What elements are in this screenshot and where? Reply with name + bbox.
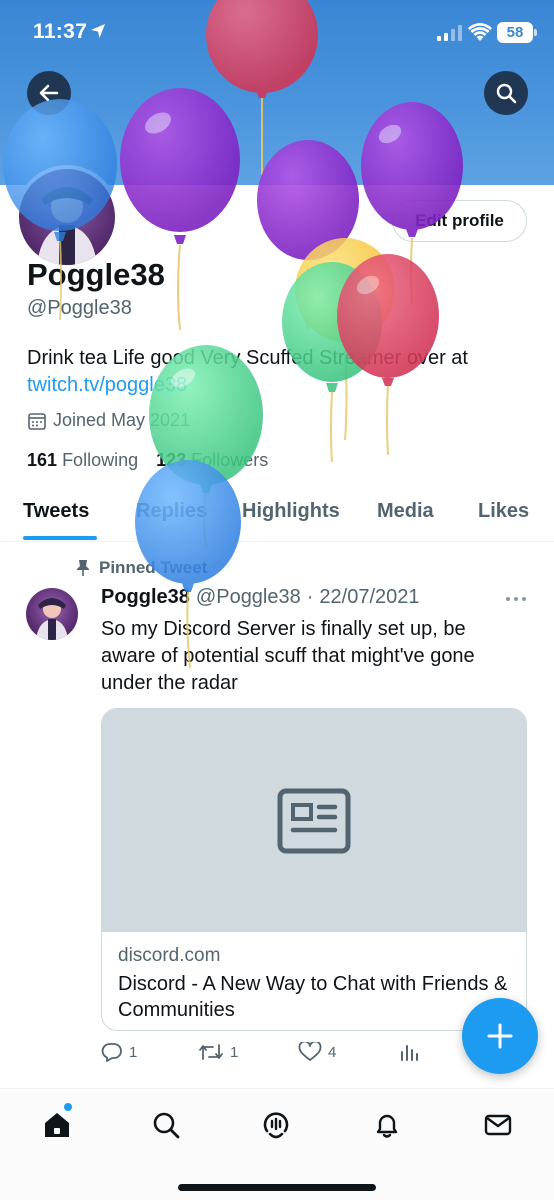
tweet-author-name[interactable]: Poggle38 bbox=[101, 586, 190, 609]
more-options-icon[interactable] bbox=[505, 596, 527, 602]
followers-link[interactable]: 123 Followers bbox=[156, 450, 268, 471]
nav-messages[interactable] bbox=[480, 1107, 516, 1143]
nav-spaces[interactable] bbox=[258, 1107, 294, 1143]
compose-tweet-button[interactable] bbox=[462, 998, 538, 1074]
followers-count: 123 bbox=[156, 450, 187, 470]
edit-profile-button[interactable]: Edit profile bbox=[392, 200, 527, 242]
reply-icon bbox=[101, 1043, 122, 1062]
following-label: Following bbox=[62, 450, 139, 470]
profile-display-name: Poggle38 bbox=[27, 257, 165, 292]
profile-handle: @Poggle38 bbox=[27, 297, 132, 319]
bio-text: Drink tea Life good Very Scuffed Streame… bbox=[27, 347, 468, 369]
home-notification-dot bbox=[64, 1103, 72, 1111]
reply-count: 1 bbox=[129, 1043, 138, 1061]
location-arrow-icon bbox=[91, 24, 105, 38]
link-card[interactable]: discord.com Discord - A New Way to Chat … bbox=[101, 708, 527, 1031]
home-indicator-bar bbox=[178, 1184, 376, 1191]
like-count: 4 bbox=[328, 1043, 337, 1061]
active-tab-indicator bbox=[23, 536, 97, 540]
follow-stats: 161 Following 123 Followers bbox=[27, 450, 268, 471]
nav-notifications[interactable] bbox=[369, 1107, 405, 1143]
battery-indicator: 58 bbox=[497, 22, 533, 43]
pinned-text: Pinned Tweet bbox=[99, 558, 208, 577]
card-title: Discord - A New Way to Chat with Friends… bbox=[118, 973, 508, 1021]
tweet-header: Poggle38 @Poggle38 · 22/07/2021 bbox=[101, 586, 420, 609]
bio-link[interactable]: twitch.tv/poggle38 bbox=[27, 372, 527, 399]
home-icon bbox=[45, 1113, 69, 1137]
avatar-illustration bbox=[37, 187, 97, 265]
tab-media[interactable]: Media bbox=[377, 500, 434, 523]
tweet-actions: 1 1 4 bbox=[101, 1042, 431, 1066]
joined-date: Joined May 2021 bbox=[27, 410, 190, 431]
nav-home[interactable] bbox=[39, 1107, 75, 1143]
joined-label: Joined May 2021 bbox=[53, 410, 191, 430]
tab-replies[interactable]: Replies bbox=[136, 500, 207, 523]
tab-highlights[interactable]: Highlights bbox=[242, 500, 340, 523]
article-icon bbox=[277, 788, 351, 853]
followers-label: Followers bbox=[191, 450, 269, 470]
retweet-button[interactable]: 1 bbox=[198, 1042, 238, 1062]
header-search-button[interactable] bbox=[484, 71, 528, 115]
retweet-count: 1 bbox=[230, 1043, 239, 1061]
calendar-icon bbox=[28, 412, 46, 430]
tweet-separator: · bbox=[306, 586, 314, 608]
pinned-tweet-label: Pinned Tweet bbox=[75, 558, 207, 578]
tweet-author-handle: @Poggle38 bbox=[195, 586, 301, 608]
search-icon bbox=[153, 1112, 180, 1139]
back-button[interactable] bbox=[27, 71, 71, 115]
analytics-icon bbox=[401, 1045, 418, 1061]
heart-icon bbox=[298, 1042, 322, 1061]
back-arrow-icon bbox=[39, 84, 59, 102]
retweet-icon bbox=[199, 1044, 223, 1060]
like-button[interactable]: 4 bbox=[298, 1042, 336, 1062]
battery-cap bbox=[534, 29, 537, 36]
plus-icon bbox=[487, 1023, 513, 1049]
status-bar: 11:37 58 bbox=[0, 0, 554, 64]
messages-icon bbox=[484, 1114, 512, 1136]
notifications-icon bbox=[376, 1114, 398, 1138]
tweet-author-avatar[interactable] bbox=[26, 588, 78, 640]
cellular-signal-icon bbox=[437, 25, 462, 41]
bottom-navigation bbox=[0, 1088, 554, 1200]
tweet-text: So my Discord Server is finally set up, … bbox=[101, 618, 475, 694]
tab-tweets[interactable]: Tweets bbox=[23, 500, 89, 523]
card-domain: discord.com bbox=[118, 945, 221, 966]
tab-likes[interactable]: Likes bbox=[478, 500, 529, 523]
avatar-illustration bbox=[36, 598, 68, 640]
card-image-placeholder bbox=[102, 709, 526, 932]
profile-avatar[interactable] bbox=[15, 165, 119, 269]
profile-bio: Drink tea Life good Very Scuffed Streame… bbox=[27, 345, 527, 399]
wifi-icon bbox=[468, 23, 492, 41]
balloon-yellow bbox=[295, 238, 395, 441]
reply-button[interactable]: 1 bbox=[101, 1042, 137, 1062]
nav-search[interactable] bbox=[148, 1107, 184, 1143]
following-count: 161 bbox=[27, 450, 58, 470]
pin-icon bbox=[77, 560, 89, 576]
analytics-button[interactable] bbox=[399, 1042, 419, 1062]
tweet-date: 22/07/2021 bbox=[319, 586, 420, 608]
status-time: 11:37 bbox=[33, 20, 88, 43]
following-link[interactable]: 161 Following bbox=[27, 450, 138, 471]
spaces-icon bbox=[263, 1112, 289, 1139]
search-icon bbox=[496, 83, 517, 104]
profile-tabs: Tweets Replies Highlights Media Likes bbox=[0, 488, 554, 542]
